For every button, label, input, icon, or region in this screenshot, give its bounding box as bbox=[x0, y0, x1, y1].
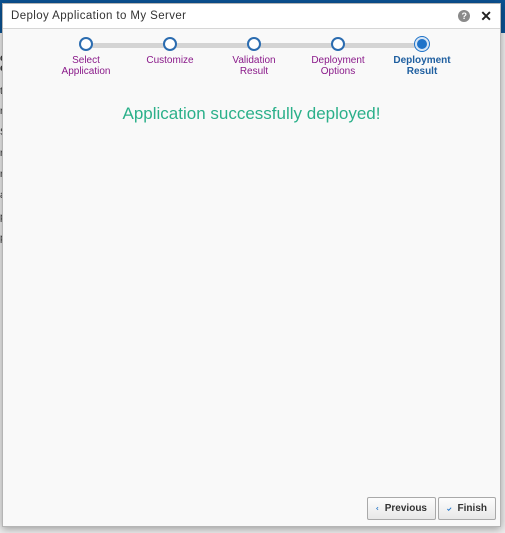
step-label-line: Application bbox=[61, 66, 111, 77]
step-label-line: Result bbox=[406, 66, 438, 77]
close-icon[interactable]: ✕ bbox=[480, 9, 492, 23]
step-train: Select Application Customize Validation … bbox=[3, 29, 500, 109]
finish-button-label: Finish bbox=[457, 503, 487, 514]
step-label-line: Validation bbox=[232, 55, 276, 66]
step-dot bbox=[331, 37, 345, 51]
step-label-line: Deployment bbox=[311, 55, 365, 66]
step-label: Customize bbox=[125, 55, 215, 66]
step-label: Deployment Options bbox=[293, 55, 383, 77]
step-deployment-options[interactable]: Deployment Options bbox=[293, 37, 383, 77]
step-dot-active bbox=[415, 37, 429, 51]
checkmark-icon bbox=[447, 506, 452, 511]
step-dot bbox=[247, 37, 261, 51]
step-label-line: Select bbox=[72, 55, 100, 66]
step-label: Select Application bbox=[41, 55, 131, 77]
previous-button[interactable]: Previous bbox=[367, 497, 436, 520]
step-deployment-result[interactable]: Deployment Result bbox=[377, 37, 467, 77]
previous-button-label: Previous bbox=[384, 503, 427, 514]
dialog-header: Deploy Application to My Server ? ✕ bbox=[3, 4, 500, 29]
step-validation-result[interactable]: Validation Result bbox=[209, 37, 299, 77]
dialog-title: Deploy Application to My Server bbox=[11, 10, 187, 22]
step-dot bbox=[79, 37, 93, 51]
step-label-line: Customize bbox=[146, 55, 194, 66]
step-label-line: Deployment bbox=[393, 55, 451, 66]
step-customize[interactable]: Customize bbox=[125, 37, 215, 66]
chevron-left-icon bbox=[376, 506, 379, 511]
help-icon[interactable]: ? bbox=[458, 10, 471, 22]
finish-button[interactable]: Finish bbox=[438, 497, 496, 520]
step-label-line: Result bbox=[239, 66, 269, 77]
deploy-dialog: Deploy Application to My Server ? ✕ Sele… bbox=[2, 3, 501, 527]
step-label: Validation Result bbox=[209, 55, 299, 77]
step-label-line: Options bbox=[320, 66, 356, 77]
success-message: Application successfully deployed! bbox=[122, 104, 381, 123]
step-label: Deployment Result bbox=[377, 55, 467, 77]
step-select-application[interactable]: Select Application bbox=[41, 37, 131, 77]
step-dot bbox=[163, 37, 177, 51]
